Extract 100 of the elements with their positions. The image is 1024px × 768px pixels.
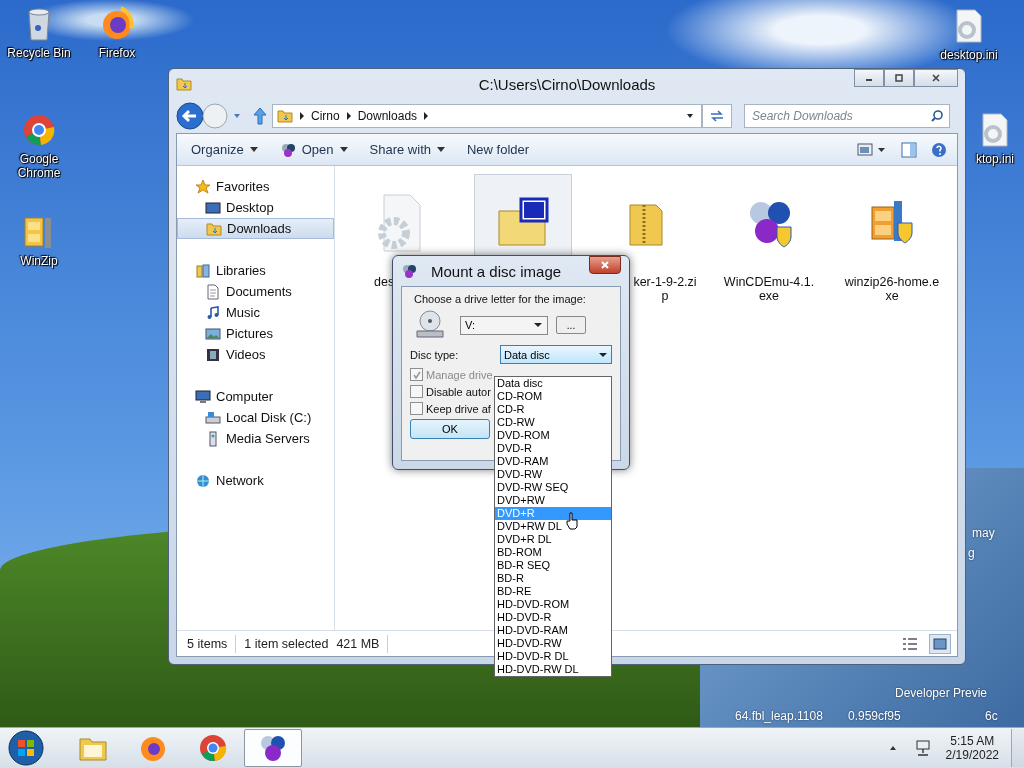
network-icon[interactable]: [913, 739, 932, 757]
checkbox[interactable]: Keep drive af: [410, 402, 491, 415]
close-button[interactable]: [589, 256, 621, 274]
nav-heading[interactable]: Favorites: [216, 179, 270, 194]
checkmark-icon: [411, 369, 422, 380]
chevron-icon[interactable]: [423, 112, 430, 120]
dropdown-option[interactable]: HD-DVD-RAM: [495, 624, 611, 637]
dropdown-option[interactable]: Data disc: [495, 377, 611, 390]
nav-item[interactable]: Videos: [177, 344, 334, 365]
breadcrumb-item[interactable]: Cirno: [311, 109, 340, 123]
watermark-text: 0.959cf95: [848, 709, 901, 723]
dropdown-option[interactable]: DVD-RAM: [495, 455, 611, 468]
back-button[interactable]: [176, 102, 204, 130]
dropdown-option[interactable]: BD-R: [495, 572, 611, 585]
nav-item[interactable]: Downloads: [177, 218, 334, 239]
address-bar[interactable]: Cirno Downloads: [272, 104, 702, 128]
up-arrow-icon[interactable]: [252, 107, 268, 125]
toolbar-button[interactable]: Organize: [187, 140, 262, 159]
desktop-icon-label[interactable]: WinZip: [4, 254, 74, 268]
disc-type-label: Disc type:: [410, 348, 459, 361]
dropdown-option[interactable]: HD-DVD-RW DL: [495, 663, 611, 676]
maximize-button[interactable]: [884, 69, 914, 87]
caret-icon: [437, 147, 445, 152]
picture-icon: [205, 325, 221, 342]
dropdown-option[interactable]: DVD-RW SEQ: [495, 481, 611, 494]
file-item[interactable]: WinCDEmu-4.1.exe: [720, 174, 818, 308]
dropdown-option[interactable]: DVD+RW: [495, 494, 611, 507]
chevron-icon[interactable]: [345, 112, 352, 120]
discs-icon: [258, 733, 288, 763]
search-field[interactable]: Search Downloads: [744, 104, 950, 128]
large-icons-view-button[interactable]: [929, 633, 951, 654]
doc-icon: [205, 283, 221, 300]
dropdown-option[interactable]: BD-R SEQ: [495, 559, 611, 572]
discs-icon: [279, 141, 296, 158]
nav-item[interactable]: Desktop: [177, 197, 334, 218]
nav-item[interactable]: Media Servers: [177, 428, 334, 449]
desktop-icon: [205, 199, 221, 216]
desktop-icon-label[interactable]: Google Chrome: [4, 152, 74, 180]
clock-date: 2/19/2022: [945, 748, 999, 762]
watermark-text: Developer Previe: [895, 686, 988, 700]
dropdown-option[interactable]: HD-DVD-R DL: [495, 650, 611, 663]
nav-heading[interactable]: Computer: [216, 389, 274, 404]
dropdown-option[interactable]: DVD-R: [495, 442, 611, 455]
maximize-icon: [894, 73, 904, 83]
dropdown-option[interactable]: CD-R: [495, 403, 611, 416]
dropdown-option[interactable]: HD-DVD-R: [495, 611, 611, 624]
dropdown-option[interactable]: HD-DVD-RW: [495, 637, 611, 650]
start-button[interactable]: [8, 730, 44, 766]
drive-letter-dropdown[interactable]: V:: [460, 315, 548, 335]
disc-type-dropdown[interactable]: Data disc: [500, 345, 612, 364]
file-item[interactable]: winzip26-home.exe: [843, 174, 941, 308]
window-title: C:\Users\Cirno\Downloads: [478, 75, 656, 93]
toolbar-button[interactable]: New folder: [463, 140, 534, 159]
folder-icon: [206, 220, 222, 237]
dropdown-option[interactable]: CD-ROM: [495, 390, 611, 403]
dropdown-option[interactable]: BD-RE: [495, 585, 611, 598]
folder-icon: [176, 76, 192, 92]
file-name: winzip26-home.exe: [844, 275, 940, 303]
dropdown-option[interactable]: DVD+RW DL: [495, 520, 611, 533]
dropdown-option[interactable]: CD-RW: [495, 416, 611, 429]
dropdown-option[interactable]: DVD-RW: [495, 468, 611, 481]
disk-icon: [205, 409, 221, 426]
breadcrumb-item[interactable]: Downloads: [357, 109, 418, 123]
chevron-icon[interactable]: [299, 112, 305, 120]
ok-button[interactable]: OK: [410, 419, 490, 439]
music-icon: [205, 304, 221, 321]
desktop-icon-label[interactable]: Recycle Bin: [4, 46, 74, 60]
dropdown-option[interactable]: HD-DVD-ROM: [495, 598, 611, 611]
nav-heading[interactable]: Network: [216, 473, 264, 488]
desktop-icon-label[interactable]: Firefox: [82, 46, 152, 60]
checkbox[interactable]: Disable autor: [410, 385, 491, 398]
close-icon: [931, 73, 941, 83]
change-view-button[interactable]: [857, 141, 887, 158]
file-name: WinCDEmu-4.1.exe: [722, 275, 816, 303]
star-icon: [195, 178, 211, 195]
nav-item[interactable]: Local Disk (C:): [177, 407, 334, 428]
taskbar-button[interactable]: [244, 729, 302, 767]
nav-item[interactable]: Documents: [177, 281, 334, 302]
dropdown-option[interactable]: BD-ROM: [495, 546, 611, 559]
watermark-text: 6c: [985, 709, 998, 723]
toolbar-button[interactable]: Open: [275, 139, 352, 160]
dropdown-option[interactable]: DVD+R DL: [495, 533, 611, 546]
nav-item[interactable]: Pictures: [177, 323, 334, 344]
help-button[interactable]: [931, 141, 947, 158]
hand-cursor-icon: [566, 512, 578, 530]
desktop-icon-label[interactable]: desktop.ini: [934, 48, 1004, 62]
clock[interactable]: 5:15 AM 2/19/2022: [945, 734, 999, 762]
minimize-button[interactable]: [854, 69, 884, 87]
desktop-icon-label[interactable]: ktop.ini: [969, 152, 1021, 166]
refresh-button[interactable]: [702, 104, 732, 128]
file-item[interactable]: ker-1-9-2.zip: [597, 174, 695, 308]
toolbar-button[interactable]: Share with: [365, 140, 449, 159]
browse-button[interactable]: ...: [556, 316, 586, 334]
network-icon: [195, 472, 211, 489]
nav-item[interactable]: Music: [177, 302, 334, 323]
discs-icon: [401, 263, 417, 279]
search-icon: [930, 109, 944, 123]
dropdown-option[interactable]: DVD-ROM: [495, 429, 611, 442]
nav-heading[interactable]: Libraries: [216, 263, 266, 278]
drive-prompt: Choose a drive letter for the image:: [414, 293, 587, 305]
